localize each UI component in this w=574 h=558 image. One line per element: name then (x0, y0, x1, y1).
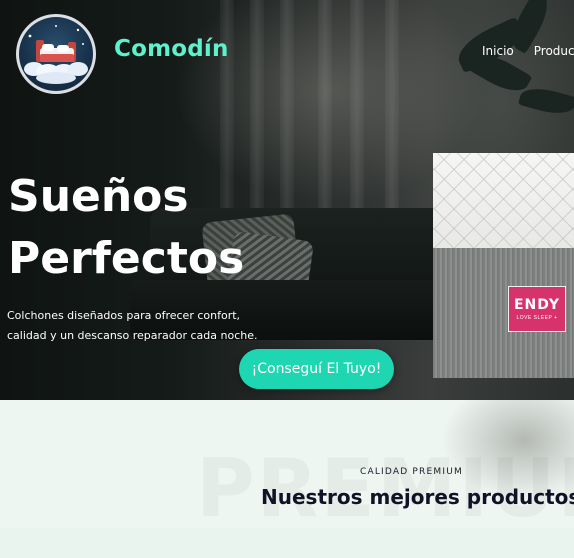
nav-item-producto[interactable]: Producto (534, 44, 574, 58)
hero-description: Colchones diseñados para ofrecer confort… (7, 309, 258, 342)
mattress-brand-tag: ENDY LOVE SLEEP + (508, 286, 566, 332)
get-yours-button[interactable]: ¡Conseguí El Tuyo! (239, 349, 394, 389)
hero-title-line1: Sueños (8, 171, 189, 222)
mattress-top (433, 153, 574, 248)
curtain-fold (350, 0, 364, 230)
nav-item-inicio[interactable]: Inicio (482, 44, 514, 58)
brand-name[interactable]: Comodín (114, 36, 229, 62)
mattress-image: ENDY LOVE SLEEP + (433, 153, 574, 378)
products-section: PREMIUM CALIDAD PREMIUM Nuestros mejores… (0, 400, 574, 558)
section-title: Nuestros mejores productos (261, 485, 574, 509)
hero-title: Sueños Perfectos (8, 166, 244, 290)
main-nav: Inicio Producto (482, 44, 574, 58)
section-bottom-strip (0, 528, 574, 558)
plant-leaf (518, 83, 574, 119)
bed-logo-icon[interactable] (16, 14, 96, 94)
tag-tagline: LOVE SLEEP + (516, 315, 558, 321)
curtain-fold (318, 0, 332, 230)
curtain-fold (280, 0, 294, 230)
hero-banner: Comodín Inicio Producto Sueños Perfectos… (0, 0, 574, 400)
curtain-fold (385, 0, 399, 230)
section-eyebrow: CALIDAD PREMIUM (360, 467, 463, 477)
hero-title-line2: Perfectos (8, 233, 245, 284)
curtain-fold (250, 0, 264, 230)
bed-logo-graphic (24, 25, 88, 84)
tag-brand-name: ENDY (513, 297, 561, 313)
